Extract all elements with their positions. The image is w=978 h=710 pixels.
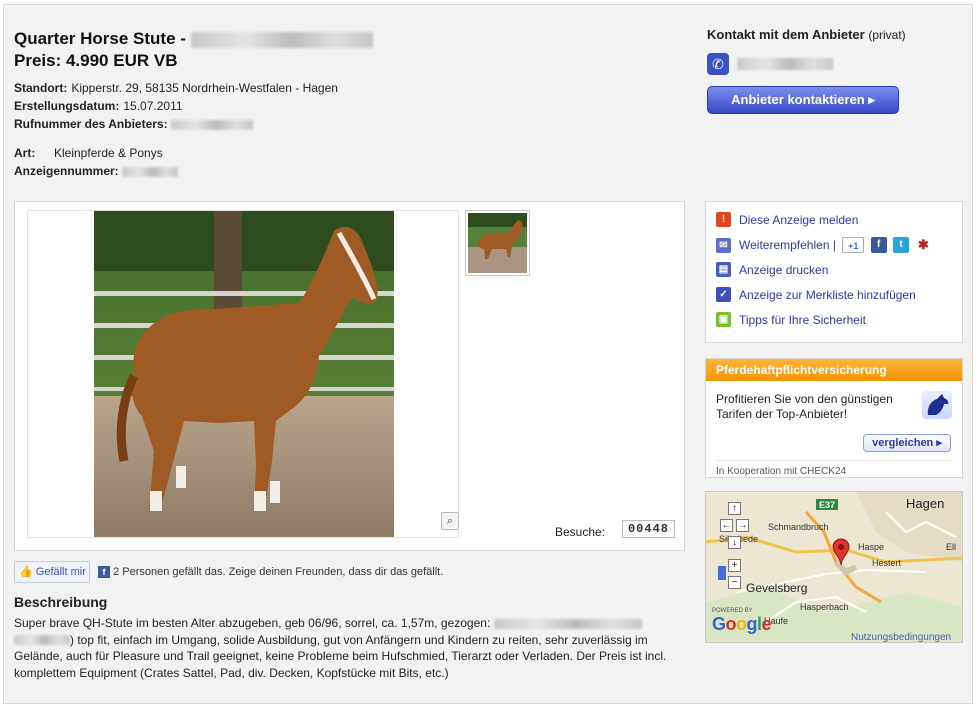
redacted-pedigree (493, 618, 642, 629)
map-pan-right-button[interactable]: → (736, 519, 749, 532)
main-horse-photo[interactable]: ⌕ (27, 210, 459, 538)
highway-label: E37 (819, 500, 836, 510)
art-label: Art: (14, 146, 36, 160)
visits-label: Besuche: (555, 525, 606, 539)
anzeigennummer-row: Anzeigennummer: (14, 164, 179, 178)
safety-tips-link[interactable]: ▣ Tipps für Ihre Sicherheit (716, 312, 866, 330)
horse-logo-icon (922, 391, 952, 419)
map-terms-link[interactable]: Nutzungsbedingungen (851, 632, 951, 642)
visits-counter: 00448 (622, 520, 675, 538)
facebook-icon: f (98, 566, 110, 579)
contact-title: Kontakt mit dem Anbieter (privat) (707, 27, 906, 42)
checkbox-icon: ✓ (716, 287, 731, 303)
map-label-hasperbach: Hasperbach (800, 602, 849, 612)
thumbnail-horse-icon (468, 213, 527, 273)
map-pan-left-button[interactable]: ← (720, 519, 733, 532)
listing-price: Preis: 4.990 EUR VB (14, 51, 178, 70)
google-plus-one-icon[interactable]: +1 (842, 237, 865, 253)
redacted-phone (170, 119, 253, 130)
redacted-contact-phone (737, 58, 833, 70)
description-title: Beschreibung (14, 594, 108, 610)
listing-title: Quarter Horse Stute - (14, 29, 373, 49)
insurance-text: Profitieren Sie von den günstigen Tarife… (716, 392, 893, 421)
map-pan-down-button[interactable]: ↓ (728, 536, 741, 549)
standort-row: Standort: Kipperstr. 29, 58135 Nordrhein-… (14, 81, 338, 95)
redacted-ad-number (122, 166, 179, 177)
envelope-icon: ✉ (716, 237, 731, 253)
share-row: ✉ Weiterempfehlen | +1 f t ✱ (716, 237, 931, 255)
map-pan-up-button[interactable]: ↑ (728, 502, 741, 515)
report-listing-link[interactable]: ! Diese Anzeige melden (716, 212, 858, 230)
like-count-text: f 2 Personen gefällt das. Zeige deinen F… (98, 566, 443, 579)
lock-icon: ▣ (716, 312, 731, 328)
map-zoom-out-button[interactable]: − (728, 576, 741, 589)
redacted-pedigree-2 (14, 635, 70, 646)
facebook-like-button[interactable]: 👍 Gefällt mir (14, 561, 90, 583)
map-zoom-slider[interactable] (718, 566, 726, 580)
rufnummer-row: Rufnummer des Anbieters: (14, 117, 253, 131)
image-gallery: ⌕ Besuche: 00448 (14, 201, 685, 551)
add-to-watchlist-link[interactable]: ✓ Anzeige zur Merkliste hinzufügen (716, 287, 916, 305)
map-label-schmandbruch: Schmandbruch (768, 522, 829, 532)
description-text: Super brave QH-Stute im besten Alter abz… (14, 616, 667, 680)
warning-icon: ! (716, 212, 731, 228)
erstellungsdatum-row: Erstellungsdatum: 15.07.2011 (14, 99, 183, 113)
print-listing-link[interactable]: ▤ Anzeige drucken (716, 262, 828, 280)
divider (716, 460, 952, 461)
map-marker-icon (832, 538, 850, 566)
listing-page: Quarter Horse Stute - Preis: 4.990 EUR V… (3, 4, 973, 704)
map-city-hagen: Hagen (906, 496, 945, 511)
location-map[interactable]: E37 Hagen Schmandbruch Silschede Haspe E… (705, 491, 963, 643)
art-value: Kleinpferde & Ponys (54, 146, 163, 160)
zoom-icon[interactable]: ⌕ (441, 512, 459, 530)
map-label-hestert: Hestert (872, 558, 902, 568)
map-label-haspe: Haspe (858, 542, 885, 552)
printer-icon: ▤ (716, 262, 731, 278)
thumbnail-image[interactable] (465, 210, 530, 276)
recommend-link[interactable]: Weiterempfehlen | (739, 238, 836, 252)
cooperation-text: In Kooperation mit CHECK24 (716, 466, 847, 477)
map-city-gevelsberg: Gevelsberg (746, 581, 808, 595)
contact-seller-button[interactable]: Anbieter kontaktieren ▸ (707, 86, 899, 114)
horse-photo-image (94, 211, 394, 537)
gear-share-icon[interactable]: ✱ (915, 237, 931, 253)
google-logo: Google (712, 614, 772, 634)
redacted-title (190, 31, 373, 48)
thumbs-up-icon: 👍 (19, 566, 33, 578)
actions-box: ! Diese Anzeige melden ✉ Weiterempfehlen |… (705, 201, 963, 343)
map-label-ell: Ell (946, 542, 957, 552)
twitter-icon[interactable]: t (892, 237, 909, 253)
insurance-header: Pferdehaftpflichtversicherung (706, 359, 962, 381)
insurance-box: Pferdehaftpflichtversicherung Profitiere… (705, 358, 963, 478)
compare-button[interactable]: vergleichen ▸ (863, 434, 951, 452)
map-zoom-in-button[interactable]: + (728, 559, 741, 572)
phone-icon: ✆ (707, 53, 729, 75)
facebook-share-icon[interactable]: f (870, 237, 887, 253)
